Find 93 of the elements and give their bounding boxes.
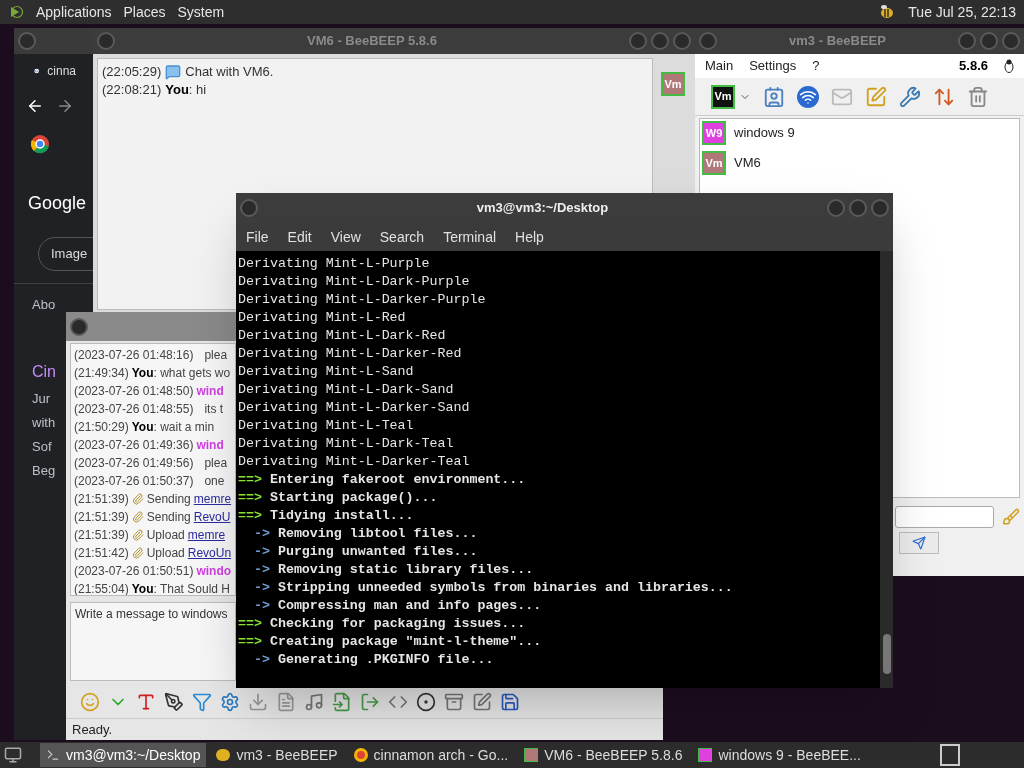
terminal-line: Derivating Mint-L-Darker-Red [238, 345, 462, 363]
timestamp: (2023-07-26 01:48:16) [74, 347, 194, 365]
status-text: Ready. [72, 721, 113, 739]
menu-item[interactable]: Main [705, 56, 734, 76]
terminal-line: Derivating Mint-L-Dark-Purple [238, 273, 470, 291]
terminal-line: ==> Entering fakeroot environment... [238, 471, 526, 489]
sender-name: windo [196, 563, 232, 581]
message-text: plea [204, 455, 228, 473]
menu-item[interactable]: Help [515, 226, 544, 248]
terminal-line: ==> Creating package "mint-l-theme"... [238, 633, 542, 651]
filter-chip[interactable]: Image [38, 237, 96, 271]
terminal-line: Derivating Mint-L-Dark-Red [238, 327, 446, 345]
message-text: You: what gets wo [131, 365, 231, 383]
sender-name: wind [196, 383, 224, 401]
terminal-line: ==> Starting package()... [238, 489, 438, 507]
taskbar-item[interactable]: VM6 - BeeBEEP 5.8.6 [518, 743, 689, 767]
terminal-line: -> Removing static library files... [252, 561, 534, 579]
message-text: its t [204, 401, 224, 419]
panel-menu[interactable]: Places [123, 1, 166, 23]
terminal-line: Derivating Mint-L-Red [238, 309, 406, 327]
timestamp: (21:51:39) [74, 509, 129, 527]
menu-item[interactable]: File [246, 226, 269, 248]
window-title: vm3@vm3:~/Desktop [476, 199, 609, 218]
terminal-line: -> Generating .PKGINFO file... [252, 651, 494, 669]
terminal-line: ==> Checking for packaging issues... [238, 615, 526, 633]
timestamp: (21:51:39) [74, 527, 129, 545]
message-text: one [204, 473, 225, 491]
window-title: VM6 - BeeBEEP 5.8.6 [307, 32, 437, 51]
panel-menu[interactable]: System [177, 1, 225, 23]
message-text: Sending [146, 509, 191, 527]
message-text: Upload [146, 527, 185, 545]
taskbar-item[interactable]: cinnamon arch - Go... [347, 743, 515, 767]
terminal-line: Derivating Mint-L-Darker-Sand [238, 399, 470, 417]
version-label: 5.8.6 [959, 57, 988, 76]
result-text: Abo [32, 296, 57, 314]
terminal-line: Derivating Mint-L-Dark-Sand [238, 381, 454, 399]
panel-menu[interactable]: Applications [36, 1, 112, 23]
taskbar-item[interactable]: vm3 - BeeBEEP [210, 743, 344, 767]
message-input[interactable]: Write a message to windows [70, 601, 236, 682]
terminal-line: -> Purging unwanted files... [252, 543, 478, 561]
user-avatar: W9 [702, 121, 726, 145]
status-avatar: Vm [711, 84, 735, 109]
file-link[interactable]: memre [193, 490, 232, 509]
menu-item[interactable]: Settings [749, 56, 797, 76]
terminal-line: Derivating Mint-L-Sand [238, 363, 414, 381]
menu-item[interactable]: Search [379, 226, 425, 248]
menu-item[interactable]: ? [812, 56, 820, 76]
timestamp: (2023-07-26 01:48:55) [74, 401, 194, 419]
taskbar-item[interactable]: vm3@vm3:~/Desktop [40, 743, 207, 767]
terminal-line: -> Compressing man and info pages... [252, 597, 542, 615]
user-avatar: Vm [702, 151, 726, 175]
message-text: Upload [146, 545, 185, 563]
terminal-line: Derivating Mint-L-Darker-Purple [238, 291, 486, 309]
result-title[interactable]: Cin [32, 360, 56, 384]
timestamp: (2023-07-26 01:49:36) [74, 437, 194, 455]
file-link[interactable]: RevoU [193, 508, 231, 527]
message-text: plea [204, 347, 228, 365]
message-text: Sending [146, 491, 191, 509]
terminal-line: -> Removing libtool files... [252, 525, 478, 543]
timestamp: (2023-07-26 01:48:50) [74, 383, 194, 401]
terminal-line: Derivating Mint-L-Purple [238, 255, 430, 273]
message-text: You: hi [165, 81, 207, 99]
menu-item[interactable]: Edit [287, 226, 312, 248]
timestamp: (22:05:29) [102, 63, 162, 81]
user-name[interactable]: VM6 [734, 153, 761, 173]
clock[interactable]: Tue Jul 25, 22:13 [908, 1, 1016, 23]
timestamp: (2023-07-26 01:50:51) [74, 563, 194, 581]
message-text: You: That Sould H [131, 581, 230, 595]
sender-name: wind [196, 437, 224, 455]
timestamp: (21:51:42) [74, 545, 129, 563]
taskbar-item[interactable]: windows 9 - BeeBEE... [692, 743, 867, 767]
user-avatar: Vm [661, 72, 685, 96]
terminal-line: ==> Tidying install... [238, 507, 414, 525]
terminal-line: Derivating Mint-L-Dark-Teal [238, 435, 454, 453]
menu-item[interactable]: View [330, 226, 361, 248]
message-text: Chat with VM6. [185, 63, 274, 81]
timestamp: (21:50:29) [74, 419, 129, 437]
google-logo: Google [28, 192, 88, 215]
terminal-line: Derivating Mint-L-Darker-Teal [238, 453, 470, 471]
window-title: vm3 - BeeBEEP [789, 32, 886, 51]
terminal-line: -> Stripping unneeded symbols from binaries and libraries... [252, 579, 733, 597]
file-link[interactable]: memre [187, 526, 226, 545]
timestamp: (2023-07-26 01:49:56) [74, 455, 194, 473]
menu-item[interactable]: Terminal [443, 226, 497, 248]
timestamp: (21:51:39) [74, 491, 129, 509]
message-text: You: wait a min [131, 419, 215, 437]
timestamp: (21:49:34) [74, 365, 129, 383]
timestamp: (2023-07-26 01:50:37) [74, 473, 194, 491]
browser-tab[interactable]: cinna [47, 62, 76, 80]
file-link[interactable]: RevoUn [187, 544, 232, 563]
terminal-line: Derivating Mint-L-Teal [238, 417, 414, 435]
timestamp: (22:08:21) [102, 81, 162, 99]
user-name[interactable]: windows 9 [734, 123, 795, 143]
